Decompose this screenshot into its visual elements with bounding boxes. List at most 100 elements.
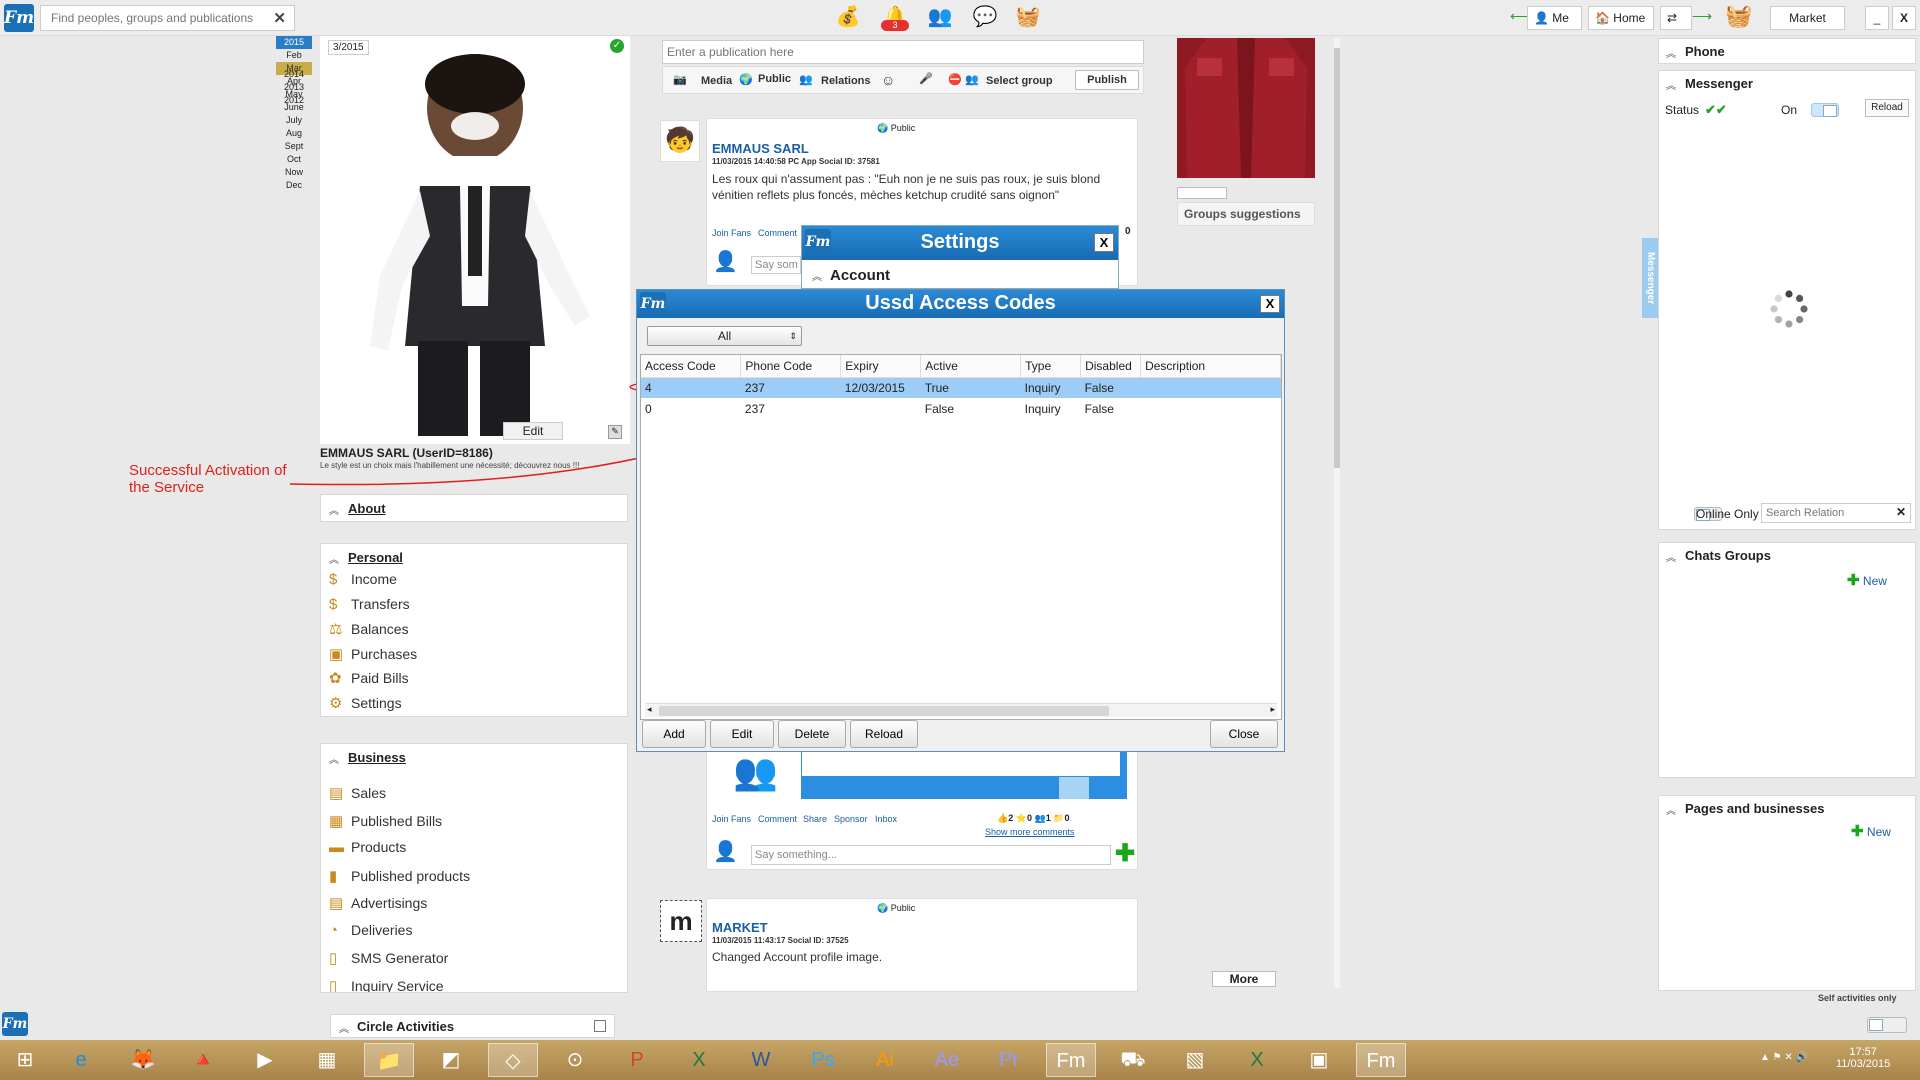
publication-input[interactable] [663, 41, 1133, 63]
personal-menu-item[interactable]: ▣ Purchases [329, 645, 417, 663]
notifications-icon[interactable]: 🔔 3 [877, 3, 913, 31]
settings-account-section[interactable]: Account [830, 267, 890, 284]
calendar-year[interactable]: 2012 [276, 94, 312, 107]
calculator-icon[interactable]: ▦ [302, 1043, 352, 1077]
calendar-year[interactable]: 2014 [276, 68, 312, 81]
public-button[interactable]: Public [758, 73, 791, 85]
basket-icon[interactable]: 🧺 [1013, 3, 1043, 31]
collapse-chevron-icon[interactable]: ︽ [1666, 549, 1676, 564]
contacts-icon[interactable]: 👥 [925, 3, 955, 31]
about-title[interactable]: About [348, 501, 386, 516]
status-check-icon[interactable]: ✔✔ [1705, 102, 1727, 118]
business-menu-item[interactable]: ▯ SMS Generator [329, 949, 448, 967]
business-menu-item[interactable]: ▮ Published products [329, 867, 470, 885]
calendar-month[interactable]: Sept [276, 140, 312, 153]
show-more-comments-link[interactable]: Show more comments [985, 827, 1075, 837]
business-title[interactable]: Business [348, 750, 406, 765]
post-media[interactable] [801, 751, 1127, 799]
select-group-button[interactable]: Select group [986, 75, 1053, 87]
business-menu-item[interactable]: ▬ Products [329, 839, 406, 856]
scroll-left-icon[interactable]: ◂ [647, 704, 652, 715]
add-comment-icon[interactable]: ✚ [1115, 839, 1135, 868]
business-menu-item[interactable]: ▤ Advertisings [329, 894, 427, 912]
personal-title[interactable]: Personal [348, 550, 403, 565]
status-toggle[interactable] [1811, 103, 1839, 117]
column-header[interactable]: Active [920, 355, 1022, 378]
column-header[interactable]: Access Code [641, 355, 742, 378]
home-button[interactable]: 🏠 Home [1588, 6, 1654, 30]
close-button[interactable]: Close [1210, 720, 1278, 748]
clear-relation-icon[interactable]: ✕ [1896, 505, 1906, 519]
collapse-chevron-icon[interactable]: ︽ [329, 551, 339, 566]
calendar-month[interactable]: Now [276, 166, 312, 179]
close-app-button[interactable]: X [1892, 6, 1916, 30]
table-row[interactable]: 0 237 False Inquiry False [641, 398, 1281, 419]
bottom-logo[interactable]: Fm [2, 1012, 28, 1036]
inbox-link[interactable]: Inbox [875, 814, 897, 824]
groups-suggestions[interactable]: Groups suggestions [1177, 202, 1315, 226]
new-page-link[interactable]: ✚ New [1851, 822, 1891, 840]
me-button[interactable]: 👤 Me [1527, 6, 1582, 30]
calendar-month[interactable]: Oct [276, 153, 312, 166]
business-menu-item[interactable]: ▤ Sales [329, 784, 386, 802]
column-header[interactable]: Expiry [840, 355, 922, 378]
relations-button[interactable]: Relations [821, 75, 871, 87]
ussd-close-x-button[interactable]: X [1260, 295, 1280, 313]
post-author[interactable]: MARKET [712, 920, 768, 935]
feed-scrollbar[interactable] [1334, 38, 1340, 988]
edit-photo-button[interactable]: Edit [503, 422, 563, 440]
coin-icon[interactable]: 💰 [833, 3, 863, 31]
calendar-year-selected[interactable]: 2015 [276, 36, 312, 49]
excel-2-icon[interactable]: X [1232, 1043, 1282, 1077]
market-avatar[interactable]: m [660, 900, 702, 942]
market-button[interactable]: Market [1770, 6, 1845, 30]
self-activities-toggle[interactable] [1867, 1017, 1907, 1033]
filter-dropdown[interactable]: All ⇕ [647, 326, 802, 346]
block-icon[interactable]: ⛔ [948, 73, 962, 86]
tray-icons[interactable]: ▲ ⚑ ✕ 🔊 [1760, 1052, 1808, 1063]
collapse-chevron-icon[interactable]: ︽ [329, 751, 339, 766]
reload-button[interactable]: Reload [850, 720, 918, 748]
messenger-reload-button[interactable]: Reload [1865, 99, 1909, 117]
feed-scrollbar-thumb[interactable] [1334, 48, 1340, 468]
business-menu-item[interactable]: ▦ Published Bills [329, 812, 442, 830]
media-button[interactable]: Media [701, 75, 732, 87]
camera-icon[interactable]: 📷 [673, 73, 687, 86]
personal-menu-item[interactable]: $ Income [329, 571, 397, 588]
fm-app-active-icon[interactable]: Fm [1356, 1043, 1406, 1077]
star-icon[interactable]: ⭐ [1016, 813, 1027, 823]
sql-tool-icon[interactable]: ◩ [426, 1043, 476, 1077]
more-button[interactable]: More [1212, 971, 1276, 987]
collapse-chevron-icon[interactable]: ︽ [339, 1020, 349, 1035]
grid-hscrollbar[interactable]: ◂ ▸ [645, 703, 1277, 717]
personal-menu-item[interactable]: ⚙ Settings [329, 694, 402, 712]
taskbar-clock[interactable]: 17:57 11/03/2015 [1836, 1046, 1890, 1070]
new-chat-group-link[interactable]: ✚ New [1847, 571, 1887, 589]
powerpoint-icon[interactable]: P [612, 1043, 662, 1077]
calendar-year[interactable]: 2013 [276, 81, 312, 94]
image-viewer-icon[interactable]: ▧ [1170, 1043, 1220, 1077]
excel-icon[interactable]: X [674, 1043, 724, 1077]
calendar-month[interactable]: Dec [276, 179, 312, 192]
emoji-icon[interactable]: ☺ [881, 72, 895, 88]
photoshop-icon[interactable]: Ps [798, 1043, 848, 1077]
join-fans-link[interactable]: Join Fans [712, 228, 751, 238]
search-relation-box[interactable]: ✕ [1761, 503, 1911, 523]
relations-icon[interactable]: 👥 [799, 73, 813, 86]
search-relation-input[interactable] [1762, 504, 1882, 522]
settings-close-button[interactable]: X [1094, 233, 1114, 252]
collapse-chevron-icon[interactable]: ︽ [1666, 77, 1676, 92]
publication-box[interactable] [662, 40, 1144, 64]
firefox-icon[interactable]: 🦊 [118, 1043, 168, 1077]
scroll-right-icon[interactable]: ▸ [1270, 704, 1275, 715]
calendar-month[interactable]: Aug [276, 127, 312, 140]
delete-button[interactable]: Delete [778, 720, 846, 748]
cart-icon[interactable]: 🧺 [1725, 3, 1752, 29]
comment-input[interactable]: Say som [751, 256, 801, 274]
folder-icon[interactable]: 📁 [1053, 813, 1064, 823]
column-header[interactable]: Phone Code [740, 355, 842, 378]
like-icon[interactable]: 👍 [997, 813, 1008, 823]
personal-menu-item[interactable]: ⚖ Balances [329, 620, 409, 638]
forward-arrow-icon[interactable]: ⟶ [1692, 8, 1712, 25]
collapse-chevron-icon[interactable]: ︽ [329, 502, 339, 517]
